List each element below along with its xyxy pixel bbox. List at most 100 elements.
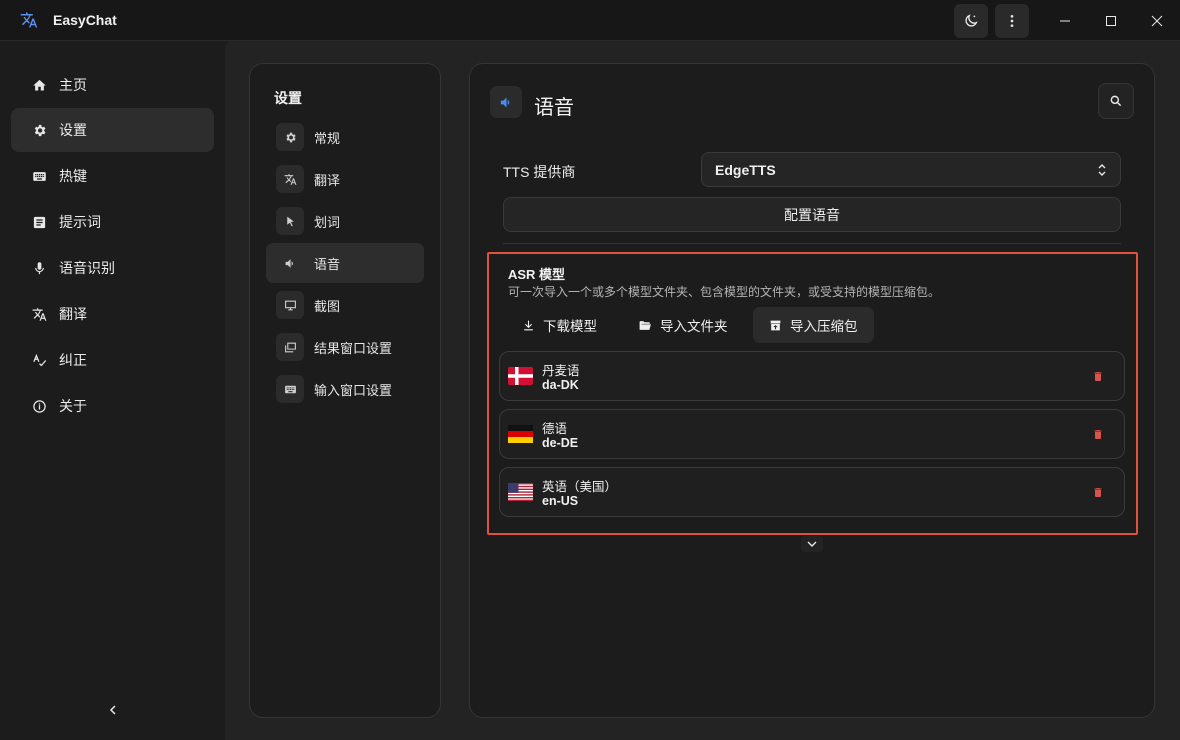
denmark-flag-icon — [508, 367, 533, 385]
download-icon — [522, 319, 535, 332]
settings-item-general[interactable]: 常规 — [266, 117, 424, 157]
speaker-icon — [490, 86, 522, 118]
sidebar-item-home[interactable]: 主页 — [11, 63, 214, 107]
usa-flag-icon — [508, 483, 533, 501]
model-language-name: 德语 — [542, 422, 568, 436]
sidebar-item-label: 设置 — [59, 122, 87, 138]
microphone-icon — [31, 260, 47, 276]
gear-icon — [31, 122, 47, 138]
document-icon — [31, 214, 47, 230]
configure-voice-button[interactable]: 配置语音 — [503, 197, 1121, 232]
import-archive-label: 导入压缩包 — [790, 319, 858, 334]
translate-logo-icon — [20, 11, 38, 29]
model-row-da-dk[interactable]: 丹麦语 da-DK — [499, 351, 1125, 401]
window-icon — [276, 333, 304, 361]
model-row-en-us[interactable]: 英语（美国） en-US — [499, 467, 1125, 517]
asr-section-description: 可一次导入一个或多个模型文件夹、包含模型的文件夹，或受支持的模型压缩包。 — [508, 285, 941, 299]
import-folder-button[interactable]: 导入文件夹 — [622, 307, 744, 343]
scroll-down-button[interactable] — [801, 536, 823, 552]
more-options-button[interactable] — [995, 4, 1029, 38]
sidebar-item-about[interactable]: 关于 — [11, 384, 214, 428]
sidebar-item-settings[interactable]: 设置 — [11, 108, 214, 152]
settings-item-label: 结果窗口设置 — [314, 340, 393, 356]
settings-item-screenshot[interactable]: 截图 — [266, 285, 424, 325]
settings-menu-title: 设置 — [274, 90, 302, 106]
sidebar-item-translate[interactable]: 翻译 — [11, 292, 214, 336]
theme-toggle-button[interactable] — [954, 4, 988, 38]
sidebar-item-label: 语音识别 — [59, 260, 115, 276]
tts-provider-select[interactable]: EdgeTTS — [701, 152, 1121, 187]
import-folder-label: 导入文件夹 — [660, 319, 728, 334]
import-archive-button[interactable]: 导入压缩包 — [753, 307, 874, 343]
divider — [503, 243, 1121, 244]
keyboard-icon — [31, 168, 47, 184]
archive-icon — [769, 319, 782, 332]
settings-item-word-selection[interactable]: 划词 — [266, 201, 424, 241]
collapse-sidebar-button[interactable] — [104, 701, 122, 719]
settings-item-voice[interactable]: 语音 — [266, 243, 424, 283]
sidebar: 主页 设置 热键 提示词 语音识别 翻译 纠正 关于 — [0, 41, 225, 740]
search-icon — [1110, 95, 1122, 107]
sidebar-item-prompts[interactable]: 提示词 — [11, 200, 214, 244]
home-icon — [31, 77, 47, 93]
moon-icon — [965, 14, 978, 27]
trash-icon — [1094, 429, 1102, 439]
sidebar-item-speech-recognition[interactable]: 语音识别 — [11, 246, 214, 290]
maximize-icon — [1106, 15, 1116, 26]
title-bar: EasyChat — [0, 0, 1180, 41]
settings-item-label: 常规 — [314, 130, 341, 146]
cursor-icon — [276, 207, 304, 235]
model-row-de-de[interactable]: 德语 de-DE — [499, 409, 1125, 459]
delete-model-button[interactable] — [1090, 484, 1106, 500]
settings-item-label: 翻译 — [314, 172, 341, 188]
voice-settings-panel: 语音 TTS 提供商 EdgeTTS 配置语音 ASR 模型 可一次导入一个或多… — [469, 63, 1155, 718]
download-model-button[interactable]: 下载模型 — [506, 307, 613, 343]
trash-icon — [1094, 371, 1102, 381]
germany-flag-icon — [508, 425, 533, 443]
close-button[interactable] — [1134, 0, 1180, 41]
sidebar-item-label: 纠正 — [59, 352, 87, 368]
chevron-down-icon — [807, 541, 817, 547]
trash-icon — [1094, 487, 1102, 497]
settings-item-label: 输入窗口设置 — [314, 382, 393, 398]
spellcheck-icon — [31, 352, 47, 368]
minimize-button[interactable] — [1042, 0, 1088, 41]
gear-icon — [276, 123, 304, 151]
download-model-label: 下载模型 — [543, 319, 597, 334]
speaker-icon — [276, 249, 304, 277]
settings-menu-panel: 设置 常规 翻译 划词 语音 截图 结果窗口设置 输入窗口设置 — [249, 63, 441, 718]
search-button[interactable] — [1098, 83, 1134, 119]
settings-item-result-window[interactable]: 结果窗口设置 — [266, 327, 424, 367]
chevron-up-down-icon — [1096, 162, 1108, 181]
sidebar-item-hotkeys[interactable]: 热键 — [11, 154, 214, 198]
chevron-left-icon — [109, 705, 116, 715]
settings-item-label: 截图 — [314, 298, 341, 314]
info-icon — [31, 398, 47, 414]
translate-icon — [31, 306, 47, 322]
delete-model-button[interactable] — [1090, 368, 1106, 384]
minimize-icon — [1060, 20, 1070, 21]
model-language-code: de-DE — [542, 436, 579, 450]
translate-icon — [276, 165, 304, 193]
sidebar-item-correct[interactable]: 纠正 — [11, 338, 214, 382]
sidebar-item-label: 热键 — [59, 168, 87, 184]
asr-section-title: ASR 模型 — [508, 267, 566, 282]
sidebar-item-label: 主页 — [59, 77, 87, 93]
sidebar-item-label: 关于 — [59, 398, 87, 414]
keyboard-icon — [276, 375, 304, 403]
tts-provider-value: EdgeTTS — [715, 161, 776, 178]
model-language-code: da-DK — [542, 378, 579, 392]
settings-item-label: 语音 — [314, 256, 341, 272]
maximize-button[interactable] — [1088, 0, 1134, 41]
settings-item-translate[interactable]: 翻译 — [266, 159, 424, 199]
settings-item-label: 划词 — [314, 214, 341, 230]
settings-item-input-window[interactable]: 输入窗口设置 — [266, 369, 424, 409]
close-icon — [1151, 15, 1163, 26]
model-language-name: 英语（美国） — [542, 480, 618, 494]
model-language-name: 丹麦语 — [542, 364, 580, 378]
more-vertical-icon — [1010, 15, 1014, 27]
app-title: EasyChat — [53, 12, 117, 28]
tts-provider-label: TTS 提供商 — [503, 164, 576, 180]
delete-model-button[interactable] — [1090, 426, 1106, 442]
sidebar-item-label: 提示词 — [59, 214, 101, 230]
